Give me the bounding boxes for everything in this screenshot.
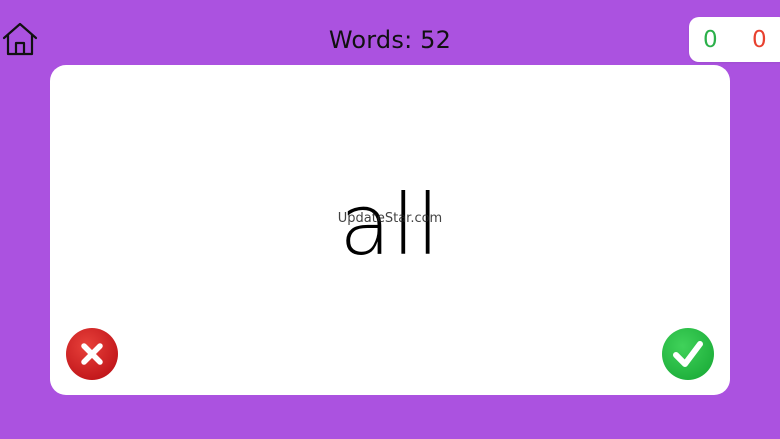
correct-count: 0	[703, 27, 718, 53]
watermark: UpdateStar.com	[337, 211, 443, 226]
words-count-title: Words: 52	[328, 26, 452, 54]
score-panel: 0 0	[689, 17, 780, 62]
close-icon	[66, 328, 118, 380]
wrong-button[interactable]	[66, 328, 118, 380]
wrong-count: 0	[752, 27, 767, 53]
correct-button[interactable]	[662, 328, 714, 380]
checkmark-icon	[662, 328, 714, 380]
flashcard: all UpdateStar.com	[50, 65, 730, 395]
